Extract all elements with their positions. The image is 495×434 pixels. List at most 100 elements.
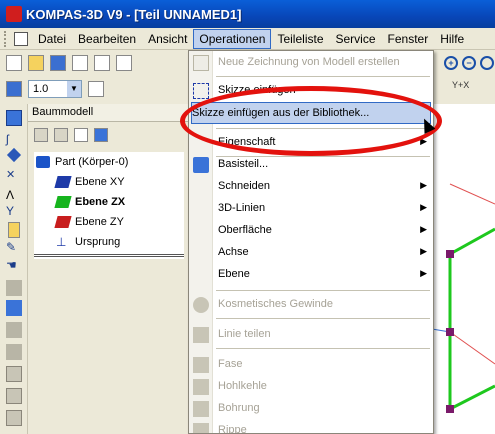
- filter-tool-icon[interactable]: Y: [6, 204, 22, 220]
- menuitem-skizze-bibliothek[interactable]: Skizze einfügen aus der Bibliothek...: [191, 102, 431, 124]
- model-edge-bottom: [449, 384, 495, 411]
- rib-icon: [193, 423, 209, 433]
- geometry-tool-icon[interactable]: [6, 110, 22, 126]
- menu-separator: [216, 128, 430, 129]
- menu-separator: [216, 318, 430, 319]
- tree-item-ebene-zx[interactable]: Ebene ZX: [54, 196, 125, 208]
- compact-toolbar: ʃ ✕ Λ Y ✎ ☚: [0, 104, 28, 434]
- tree-item-ebene-xy[interactable]: Ebene XY: [54, 176, 125, 188]
- vertex-point[interactable]: [446, 328, 454, 336]
- submenu-arrow-icon: ▶: [420, 224, 427, 234]
- menuitem-label: Achse: [218, 246, 249, 258]
- menu-bearbeiten[interactable]: Bearbeiten: [72, 29, 142, 49]
- angle-tool-icon[interactable]: Λ: [6, 188, 22, 204]
- hand-tool-icon[interactable]: ☚: [6, 258, 22, 274]
- menu-separator: [216, 348, 430, 349]
- edit-tool-icon[interactable]: ✎: [6, 240, 22, 256]
- tree-properties-icon[interactable]: [94, 128, 108, 142]
- menu-service[interactable]: Service: [330, 29, 382, 49]
- menuitem-eigenschaft[interactable]: Eigenschaft ▶: [189, 132, 433, 154]
- menuitem-achse[interactable]: Achse ▶: [189, 242, 433, 264]
- menu-operationen[interactable]: Operationen: [193, 28, 272, 49]
- origin-axes-icon: ⊥: [56, 235, 67, 249]
- select-tool-icon[interactable]: [6, 81, 22, 97]
- array-tool-icon[interactable]: [6, 366, 22, 382]
- chevron-down-icon[interactable]: ▼: [67, 81, 81, 97]
- menu-teileliste[interactable]: Teileliste: [271, 29, 329, 49]
- tree-item-part[interactable]: Part (Körper-0): [36, 156, 128, 168]
- menuitem-label: Fase: [218, 358, 243, 370]
- menu-hilfe[interactable]: Hilfe: [434, 29, 470, 49]
- vertex-point[interactable]: [446, 405, 454, 413]
- assembly-tool-icon[interactable]: [6, 388, 22, 404]
- zoom-out-icon[interactable]: −: [462, 56, 476, 70]
- tree-item-label: Part (Körper-0): [55, 156, 129, 168]
- menuitem-rippe[interactable]: Rippe: [189, 420, 433, 433]
- scale-combobox[interactable]: 1.0 ▼: [28, 80, 82, 98]
- kompas-app-icon: [6, 6, 22, 22]
- sheet-tool-icon[interactable]: [6, 344, 22, 360]
- menuitem-label: 3D-Linien: [218, 202, 266, 214]
- menuitem-label: Kosmetisches Gewinde: [218, 298, 333, 310]
- spec-tool-icon[interactable]: [6, 410, 22, 426]
- document-icon[interactable]: [14, 31, 28, 46]
- diamond-tool-icon[interactable]: [6, 147, 22, 163]
- menuitem-fase[interactable]: Fase: [189, 354, 433, 376]
- thread-icon: [193, 297, 209, 313]
- window-title: KOMPAS-3D V9 - [Teil UNNAMED1]: [26, 6, 242, 22]
- menu-ansicht[interactable]: Ansicht: [142, 29, 193, 49]
- tree-item-label: Ebene XY: [75, 176, 125, 188]
- zoom-in-icon[interactable]: +: [444, 56, 458, 70]
- tree-filter-icon[interactable]: [54, 128, 68, 142]
- menuitem-neue-zeichnung[interactable]: Neue Zeichnung von Modell erstellen: [189, 52, 433, 74]
- menu-separator: [216, 76, 430, 77]
- operationen-dropdown-menu: Neue Zeichnung von Modell erstellen Skiz…: [188, 50, 434, 434]
- menu-fenster[interactable]: Fenster: [382, 29, 435, 49]
- menuitem-3d-linien[interactable]: 3D-Linien ▶: [189, 198, 433, 220]
- print-icon[interactable]: [72, 55, 88, 71]
- save-icon[interactable]: [50, 55, 66, 71]
- tree-item-ebene-zy[interactable]: Ebene ZY: [54, 216, 124, 228]
- menuitem-schneiden[interactable]: Schneiden ▶: [189, 176, 433, 198]
- menuitem-bohrung[interactable]: Bohrung: [189, 398, 433, 420]
- menuitem-basisteil[interactable]: Basisteil...: [189, 154, 433, 176]
- menuitem-skizze-einfuegen[interactable]: Skizze einfügen: [189, 80, 433, 102]
- measure-tool-icon[interactable]: ✕: [6, 168, 22, 184]
- menuitem-oberflaeche[interactable]: Oberfläche ▶: [189, 220, 433, 242]
- print-preview-icon[interactable]: [94, 55, 110, 71]
- menuitem-hohlkehle[interactable]: Hohlkehle: [189, 376, 433, 398]
- new-document-icon[interactable]: [6, 55, 22, 71]
- curve-tool-icon[interactable]: ʃ: [6, 132, 22, 148]
- cut-icon[interactable]: [116, 55, 132, 71]
- menuitem-label: Schneiden: [218, 180, 270, 192]
- menuitem-ebene[interactable]: Ebene ▶: [189, 264, 433, 286]
- open-folder-icon[interactable]: [28, 55, 44, 71]
- plane-zy-icon: [54, 216, 72, 228]
- menuitem-label: Linie teilen: [218, 328, 271, 340]
- menubar-grip-handle[interactable]: [4, 30, 10, 47]
- tree-sort-icon[interactable]: [74, 128, 88, 142]
- tree-item-ursprung[interactable]: ⊥ Ursprung: [56, 236, 120, 248]
- menuitem-label: Skizze einfügen: [218, 84, 296, 96]
- document-tool-icon[interactable]: [8, 222, 20, 238]
- tree-view-icon[interactable]: [34, 128, 48, 142]
- part-icon: [36, 156, 50, 168]
- tree-divider[interactable]: [34, 254, 184, 257]
- menuitem-label: Ebene: [218, 268, 250, 280]
- sketch-icon: [193, 83, 209, 99]
- submenu-arrow-icon: ▶: [420, 268, 427, 278]
- solid-tool-icon[interactable]: [6, 280, 22, 296]
- shell-tool-icon[interactable]: [6, 322, 22, 338]
- vertex-point[interactable]: [446, 250, 454, 258]
- surface-tool-icon[interactable]: [6, 300, 22, 316]
- zoom-window-icon[interactable]: [480, 56, 494, 70]
- menu-datei[interactable]: Datei: [32, 29, 72, 49]
- menuitem-kosmetisches-gewinde[interactable]: Kosmetisches Gewinde: [189, 294, 433, 316]
- plane-xy-icon: [54, 176, 72, 188]
- menuitem-label: Neue Zeichnung von Modell erstellen: [218, 56, 400, 68]
- pencil-icon[interactable]: [88, 81, 104, 97]
- base-part-icon: [193, 157, 209, 173]
- view-toolbar: 1.0 ▼: [0, 77, 190, 101]
- menuitem-linie-teilen[interactable]: Linie teilen: [189, 324, 433, 346]
- menuitem-label: Skizze einfügen aus der Bibliothek...: [192, 107, 370, 119]
